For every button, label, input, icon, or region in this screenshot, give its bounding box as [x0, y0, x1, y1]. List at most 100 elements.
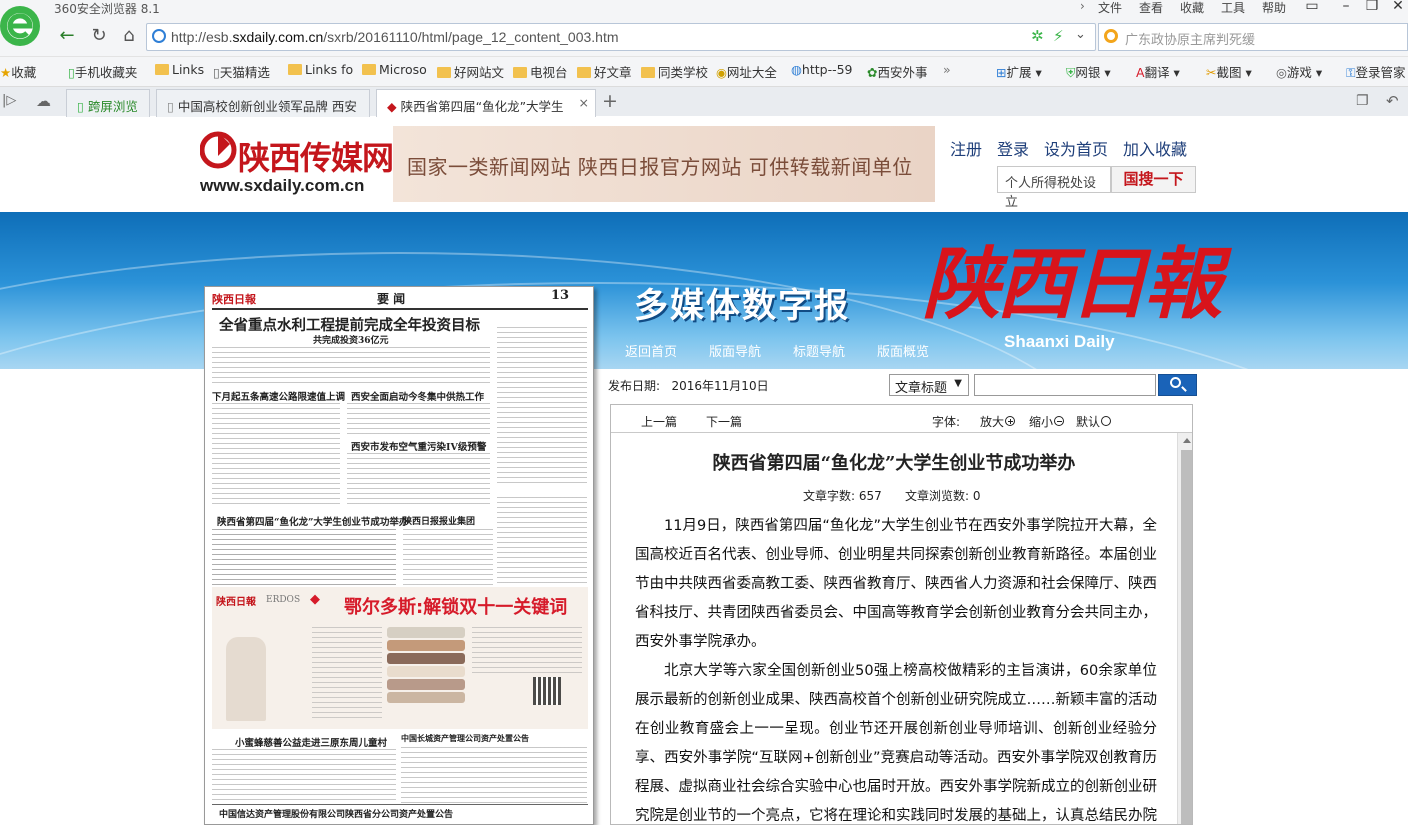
- close-tab-icon[interactable]: ×: [579, 95, 589, 110]
- ext-screenshot[interactable]: ✂截图 ▾: [1206, 62, 1252, 81]
- site-search-button[interactable]: 国搜一下: [1111, 166, 1196, 193]
- bookmark-url-directory[interactable]: ◉网址大全: [716, 62, 777, 81]
- menu-tools[interactable]: 工具: [1221, 0, 1245, 16]
- gamepad-icon: ◎: [1276, 65, 1287, 80]
- close-icon[interactable]: ✕: [1382, 0, 1408, 14]
- skin-icon[interactable]: ▭: [1296, 0, 1328, 14]
- back-icon[interactable]: ←: [54, 24, 80, 48]
- bookmark-links-fo[interactable]: Links fo: [288, 62, 353, 77]
- site-search-input[interactable]: 个人所得税处设立: [997, 166, 1111, 210]
- speed-icon[interactable]: ⚡: [1053, 27, 1064, 45]
- tab-xisu[interactable]: ▯ 中国高校创新创业领军品牌 西安: [156, 89, 370, 117]
- new-tab-icon[interactable]: +: [602, 90, 618, 112]
- bookmark-links[interactable]: Links: [155, 62, 204, 77]
- bookmarks-bar: ★收藏 ▯手机收藏夹 Links ▯天猫精选 Links fo Microso …: [0, 56, 1408, 82]
- phone-icon: ▯: [77, 99, 84, 114]
- tab-cross-screen[interactable]: ▯ 跨屏浏览: [66, 89, 150, 117]
- article-search-input[interactable]: [974, 374, 1156, 396]
- ext-bank[interactable]: ⛨网银 ▾: [1066, 62, 1111, 81]
- tab-bar: |▷ ☁ ▯ 跨屏浏览 ▯ 中国高校创新创业领军品牌 西安 ◆ 陕西省第四届“鱼…: [0, 86, 1408, 117]
- article-panel: 上一篇 下一篇 字体: 放大 缩小 默认 陕西省第四届“鱼化龙”大学生创业节成功…: [610, 404, 1193, 825]
- scroll-up-icon[interactable]: [1183, 438, 1191, 443]
- site-banner-text: 国家一类新闻网站 陕西日报官方网站 可供转载新闻单位: [407, 155, 913, 179]
- bookmark-schools[interactable]: 同类学校: [641, 62, 708, 81]
- ext-extensions[interactable]: ⊞扩展 ▾: [996, 62, 1042, 81]
- bookmark-good-sites[interactable]: 好网站文: [437, 62, 504, 81]
- bookmark-mobile[interactable]: ▯手机收藏夹: [68, 62, 137, 81]
- chevron-down-icon: ▼: [954, 378, 962, 389]
- search-engine-icon[interactable]: [1104, 29, 1118, 43]
- menu-favorites[interactable]: 收藏: [1180, 0, 1204, 16]
- scroll-thumb[interactable]: [1181, 450, 1192, 824]
- address-bar[interactable]: http://esb.sxdaily.com.cn/sxrb/20161110/…: [146, 23, 1096, 51]
- zoom-in-icon: [1005, 416, 1016, 426]
- more-bookmarks-icon[interactable]: »: [943, 62, 951, 77]
- menu-view[interactable]: 查看: [1139, 0, 1163, 16]
- bookmark-microsoft[interactable]: Microso: [362, 62, 427, 77]
- bookmark-http[interactable]: ◍http--59: [791, 62, 853, 77]
- home-icon[interactable]: ⌂: [116, 24, 142, 48]
- article-scrollbar[interactable]: [1177, 433, 1192, 824]
- sxdaily-logo-icon: [200, 131, 237, 169]
- nav-page-navigation[interactable]: 版面导航: [709, 341, 761, 360]
- zoom-out-button[interactable]: 缩小: [1029, 413, 1065, 430]
- bookmark-favorites[interactable]: ★收藏: [0, 62, 36, 81]
- ext-translate[interactable]: A翻译 ▾: [1136, 62, 1180, 81]
- article-title: 陕西省第四届“鱼化龙”大学生创业节成功举办: [712, 453, 1076, 474]
- search-type-select[interactable]: 文章标题 ▼: [889, 374, 969, 396]
- nav-title-navigation[interactable]: 标题导航: [793, 341, 845, 360]
- nav-home[interactable]: 返回首页: [625, 341, 677, 360]
- paper-text-block: [347, 403, 490, 435]
- nav-page-overview[interactable]: 版面概览: [877, 341, 929, 360]
- ext-login-manager[interactable]: ⚿登录管家: [1346, 62, 1406, 81]
- menu-file[interactable]: 文件: [1098, 0, 1122, 16]
- restore-tabs-icon[interactable]: ❐: [1356, 93, 1369, 109]
- login-link[interactable]: 登录: [997, 136, 1029, 160]
- undo-close-icon[interactable]: ↶: [1386, 92, 1399, 110]
- paper-story-bee[interactable]: 小蜜蜂慈善公益走进三原东周儿童村: [235, 735, 387, 749]
- scissors-icon: ✂: [1206, 65, 1217, 80]
- search-placeholder: 广东政协原主席判死缓: [1125, 33, 1256, 48]
- paper-story-group[interactable]: 陕西日报报业集团: [403, 514, 475, 527]
- paper-text-block: [497, 497, 587, 585]
- paper-story-heating[interactable]: 西安全面启动今冬集中供热工作: [351, 389, 484, 403]
- register-link[interactable]: 注册: [950, 136, 982, 160]
- sidebar-toggle-icon[interactable]: |▷: [2, 93, 16, 108]
- paper-story-speed[interactable]: 下月起五条高速公路限速值上调: [212, 389, 345, 403]
- site-domain[interactable]: www.sxdaily.com.cn: [200, 176, 364, 196]
- paper-story-yuhualong[interactable]: 陕西省第四届“鱼化龙”大学生创业节成功举办: [217, 514, 408, 528]
- ext-games[interactable]: ◎游戏 ▾: [1276, 62, 1322, 81]
- add-favorite-link[interactable]: 加入收藏: [1123, 136, 1187, 160]
- web-page: 陕西传媒网 www.sxdaily.com.cn 国家一类新闻网站 陕西日报官方…: [0, 116, 1408, 825]
- default-size-button[interactable]: 默认: [1076, 413, 1112, 430]
- article-search-button[interactable]: [1158, 374, 1197, 396]
- zoom-in-button[interactable]: 放大: [980, 413, 1016, 430]
- tab-active-article[interactable]: ◆ 陕西省第四届“鱼化龙”大学生 ×: [376, 89, 596, 117]
- bookmark-tmall[interactable]: ▯天猫精选: [213, 62, 270, 81]
- site-name[interactable]: 陕西传媒网: [238, 133, 394, 179]
- url-text: http://esb.sxdaily.com.cn/sxrb/20161110/…: [171, 29, 619, 45]
- refresh-icon[interactable]: ↻: [86, 24, 112, 48]
- menu-chevron-icon[interactable]: ›: [1080, 0, 1085, 13]
- article-toolbar: 上一篇 下一篇 字体: 放大 缩小 默认: [611, 405, 1192, 433]
- dropdown-chevron-icon[interactable]: ⌄: [1075, 27, 1086, 42]
- bookmark-tv[interactable]: 电视台: [513, 62, 568, 81]
- paper-ad-erdos[interactable]: 陕西日報 ERDOS ◆ 鄂尔多斯:解锁双十一关键词: [212, 587, 588, 729]
- search-box[interactable]: 广东政协原主席判死缓: [1098, 23, 1408, 51]
- paper-headline[interactable]: 全省重点水利工程提前完成全年投资目标: [219, 314, 480, 335]
- prev-article-link[interactable]: 上一篇: [641, 413, 677, 430]
- menu-help[interactable]: 帮助: [1262, 0, 1286, 16]
- next-article-link[interactable]: 下一篇: [706, 413, 742, 430]
- set-homepage-link[interactable]: 设为首页: [1044, 136, 1108, 160]
- newspaper-page-thumbnail[interactable]: 陕西日報 要 闻 13 全省重点水利工程提前完成全年投资目标 共完成投资36亿元…: [204, 286, 594, 825]
- bookmark-xisu[interactable]: ✿西安外事: [867, 62, 928, 81]
- paper-text-block: [347, 453, 490, 507]
- paper-story-pollution[interactable]: 西安市发布空气重污染IV级预警: [351, 439, 486, 453]
- paper-notice-cinda[interactable]: 中国信达资产管理股份有限公司陕西省分公司资产处置公告: [219, 807, 453, 820]
- secure-icon[interactable]: ✲: [1031, 27, 1044, 45]
- site-icon: ✿: [867, 65, 878, 80]
- bookmark-good-articles[interactable]: 好文章: [577, 62, 632, 81]
- article-paragraph: 北京大学等六家全国创新创业50强上榜高校做精彩的主旨演讲，60余家单位展示最新的…: [635, 663, 1157, 824]
- paper-notice-great-wall[interactable]: 中国长城资产管理公司资产处置公告: [401, 733, 529, 744]
- cloud-icon[interactable]: ☁: [36, 92, 51, 110]
